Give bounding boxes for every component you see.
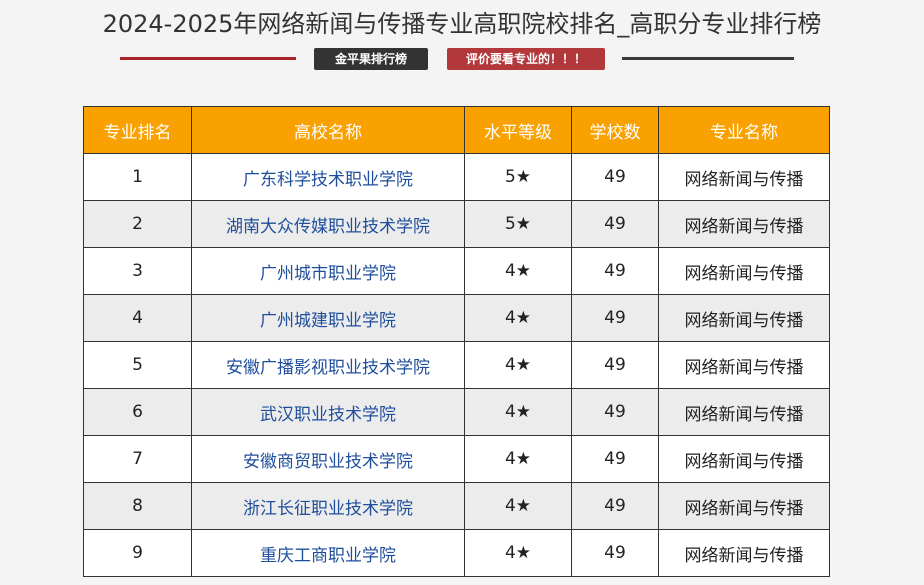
evaluation-note-badge: 评价要看专业的！！！ (447, 48, 605, 70)
major-cell: 网络新闻与传播 (658, 388, 830, 436)
level-cell: 5★ (464, 153, 572, 201)
school-link[interactable]: 重庆工商职业学院 (191, 529, 465, 577)
count-cell: 49 (571, 482, 659, 530)
school-link[interactable]: 武汉职业技术学院 (191, 388, 465, 436)
header-level: 水平等级 (464, 106, 572, 154)
rank-cell: 2 (83, 200, 192, 248)
major-cell: 网络新闻与传播 (658, 482, 830, 530)
level-cell: 4★ (464, 294, 572, 342)
title-divider-left (120, 57, 296, 60)
major-cell: 网络新闻与传播 (658, 529, 830, 577)
table-row: 8 浙江长征职业技术学院 4★ 49 网络新闻与传播 (83, 482, 830, 530)
major-cell: 网络新闻与传播 (658, 341, 830, 389)
title-divider-right (622, 57, 794, 60)
major-cell: 网络新闻与传播 (658, 294, 830, 342)
table-row: 3 广州城市职业学院 4★ 49 网络新闻与传播 (83, 247, 830, 295)
count-cell: 49 (571, 294, 659, 342)
rank-cell: 4 (83, 294, 192, 342)
table-row: 9 重庆工商职业学院 4★ 49 网络新闻与传播 (83, 529, 830, 577)
table-row: 1 广东科学技术职业学院 5★ 49 网络新闻与传播 (83, 153, 830, 201)
count-cell: 49 (571, 200, 659, 248)
rank-cell: 9 (83, 529, 192, 577)
ranking-brand-badge: 金平果排行榜 (314, 48, 428, 70)
school-link[interactable]: 安徽广播影视职业技术学院 (191, 341, 465, 389)
table-row: 6 武汉职业技术学院 4★ 49 网络新闻与传播 (83, 388, 830, 436)
count-cell: 49 (571, 341, 659, 389)
count-cell: 49 (571, 247, 659, 295)
rank-cell: 6 (83, 388, 192, 436)
header-count: 学校数 (571, 106, 659, 154)
ranking-table: 专业排名 高校名称 水平等级 学校数 专业名称 1 广东科学技术职业学院 5★ … (83, 106, 830, 577)
school-link[interactable]: 安徽商贸职业技术学院 (191, 435, 465, 483)
major-cell: 网络新闻与传播 (658, 247, 830, 295)
table-row: 2 湖南大众传媒职业技术学院 5★ 49 网络新闻与传播 (83, 200, 830, 248)
count-cell: 49 (571, 435, 659, 483)
table-row: 5 安徽广播影视职业技术学院 4★ 49 网络新闻与传播 (83, 341, 830, 389)
major-cell: 网络新闻与传播 (658, 435, 830, 483)
header-rank: 专业排名 (83, 106, 192, 154)
header-school: 高校名称 (191, 106, 465, 154)
count-cell: 49 (571, 388, 659, 436)
count-cell: 49 (571, 529, 659, 577)
school-link[interactable]: 广东科学技术职业学院 (191, 153, 465, 201)
major-cell: 网络新闻与传播 (658, 200, 830, 248)
rank-cell: 5 (83, 341, 192, 389)
table-row: 7 安徽商贸职业技术学院 4★ 49 网络新闻与传播 (83, 435, 830, 483)
count-cell: 49 (571, 153, 659, 201)
level-cell: 4★ (464, 341, 572, 389)
level-cell: 4★ (464, 435, 572, 483)
rank-cell: 8 (83, 482, 192, 530)
school-link[interactable]: 广州城市职业学院 (191, 247, 465, 295)
level-cell: 4★ (464, 388, 572, 436)
level-cell: 4★ (464, 529, 572, 577)
school-link[interactable]: 广州城建职业学院 (191, 294, 465, 342)
level-cell: 4★ (464, 482, 572, 530)
major-cell: 网络新闻与传播 (658, 153, 830, 201)
rank-cell: 3 (83, 247, 192, 295)
level-cell: 5★ (464, 200, 572, 248)
rank-cell: 1 (83, 153, 192, 201)
rank-cell: 7 (83, 435, 192, 483)
table-row: 4 广州城建职业学院 4★ 49 网络新闻与传播 (83, 294, 830, 342)
school-link[interactable]: 湖南大众传媒职业技术学院 (191, 200, 465, 248)
page-title: 2024-2025年网络新闻与传播专业高职院校排名_高职分专业排行榜 (102, 10, 822, 38)
header-major: 专业名称 (658, 106, 830, 154)
level-cell: 4★ (464, 247, 572, 295)
school-link[interactable]: 浙江长征职业技术学院 (191, 482, 465, 530)
table-header-row: 专业排名 高校名称 水平等级 学校数 专业名称 (83, 106, 830, 154)
